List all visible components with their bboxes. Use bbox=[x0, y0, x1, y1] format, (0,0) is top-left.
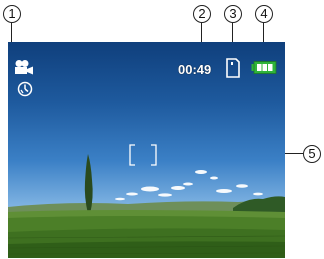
movie-camera-icon bbox=[15, 60, 33, 75]
clouds bbox=[115, 170, 263, 201]
battery-full-icon bbox=[251, 61, 277, 74]
self-timer-icon bbox=[17, 81, 33, 97]
recording-time: 00:49 bbox=[178, 62, 212, 77]
callout-4: 4 bbox=[255, 5, 273, 23]
focus-frame-brackets bbox=[129, 144, 157, 166]
callout-3: 3 bbox=[224, 5, 242, 23]
memory-card-icon bbox=[226, 58, 240, 78]
callout-5: 5 bbox=[303, 145, 321, 163]
callout-2: 2 bbox=[193, 5, 211, 23]
landscape-image bbox=[8, 144, 285, 258]
lcd-screen: 00:49 bbox=[8, 42, 285, 258]
callout-1: 1 bbox=[3, 5, 21, 23]
